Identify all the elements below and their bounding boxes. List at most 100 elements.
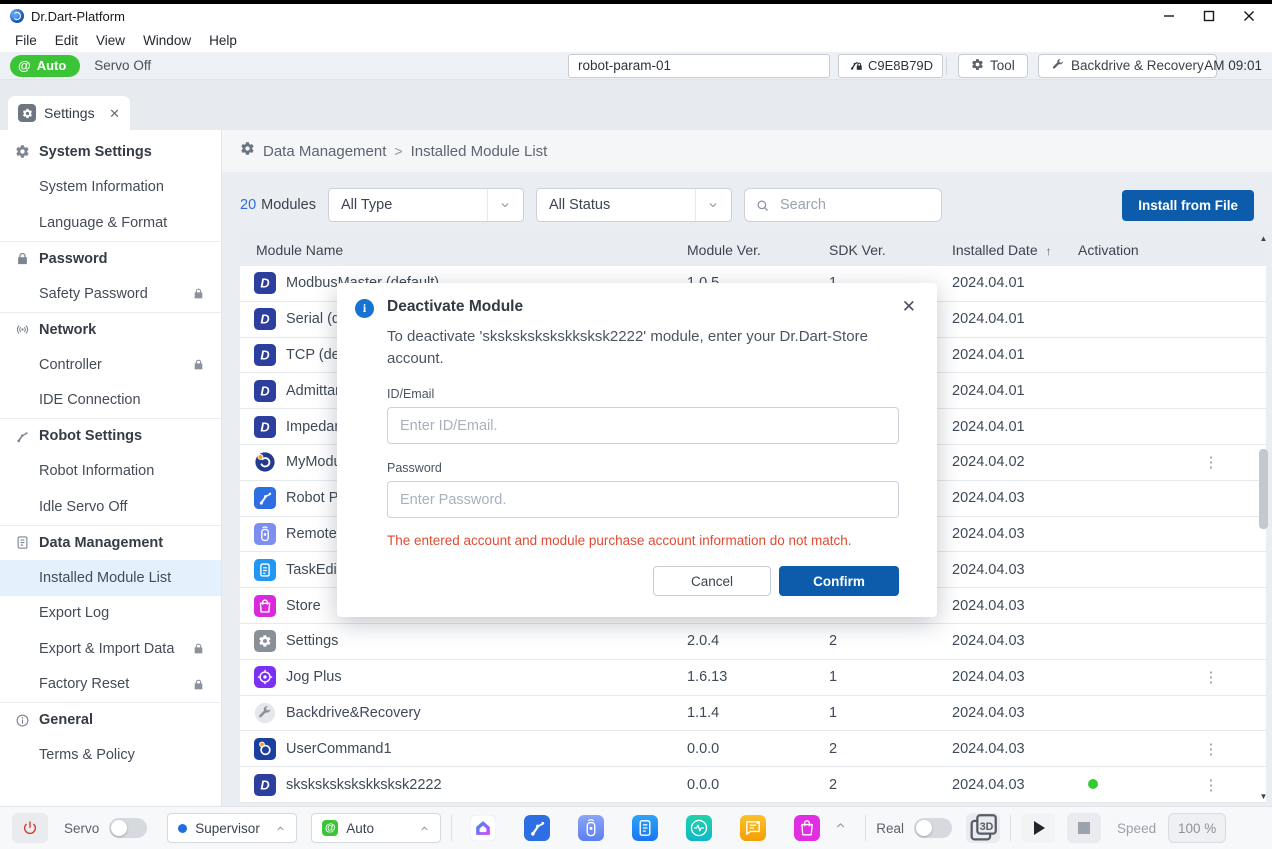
menu-file[interactable]: File [6, 33, 46, 48]
status-filter-select[interactable]: All Status [536, 188, 732, 222]
tab-close-icon[interactable]: ✕ [109, 107, 120, 120]
row-menu-icon[interactable]: ⋮ [1174, 776, 1248, 794]
table-row[interactable]: Jog Plus1.6.1312024.04.03⋮ [240, 660, 1266, 696]
app-remote-control-icon[interactable] [572, 809, 610, 847]
sidebar-item-controller[interactable]: Controller [0, 347, 221, 383]
table-row[interactable]: Dskskskskskskksksk22220.0.022024.04.03⋮ [240, 767, 1266, 803]
installed-date: 2024.04.03 [952, 490, 1078, 506]
password-field[interactable] [387, 481, 899, 518]
sidebar-item-idle-servo-off[interactable]: Idle Servo Off [0, 489, 221, 525]
menu-edit[interactable]: Edit [46, 33, 87, 48]
real-toggle[interactable] [914, 818, 952, 838]
app-dart-home-icon[interactable] [464, 809, 502, 847]
installed-date: 2024.04.01 [952, 383, 1078, 399]
sidebar-item-export-import-data[interactable]: Export & Import Data [0, 631, 221, 667]
tool-button[interactable]: Tool [958, 54, 1028, 78]
mode-select[interactable]: @ Auto [311, 813, 441, 843]
table-row[interactable]: UserCommand10.0.022024.04.03⋮ [240, 731, 1266, 767]
table-row[interactable]: Backdrive&Recovery1.1.412024.04.03 [240, 696, 1266, 732]
app-robot-arm-icon[interactable] [518, 809, 556, 847]
scrollbar-track[interactable] [1259, 244, 1268, 792]
search-box[interactable] [744, 188, 942, 222]
role-select[interactable]: Supervisor [167, 813, 297, 843]
3d-view-button[interactable]: 3D [966, 813, 1000, 843]
app-log-icon[interactable] [734, 809, 772, 847]
sidebar-item-system-settings[interactable]: System Settings [0, 134, 221, 170]
menu-view[interactable]: View [87, 33, 134, 48]
scroll-up-icon[interactable]: ▲ [1260, 234, 1268, 244]
tool-button-label: Tool [990, 58, 1015, 73]
robot-param-field[interactable] [568, 54, 830, 78]
confirm-button[interactable]: Confirm [779, 566, 899, 596]
sidebar-item-label: IDE Connection [39, 392, 141, 408]
app-store-icon[interactable] [788, 809, 826, 847]
sidebar-item-language-format[interactable]: Language & Format [0, 205, 221, 241]
device-id-button[interactable]: C9E8B79D [838, 54, 943, 78]
module-name: Impedan [286, 419, 342, 435]
scroll-down-icon[interactable]: ▼ [1260, 792, 1268, 802]
dock-collapse-icon[interactable] [834, 819, 847, 837]
col-installed-date[interactable]: Installed Date↑ [952, 242, 1078, 258]
sidebar-item-system-information[interactable]: System Information [0, 170, 221, 206]
dialog-close-icon[interactable]: ✕ [902, 298, 916, 315]
row-menu-icon[interactable]: ⋮ [1174, 668, 1248, 686]
sort-asc-icon[interactable]: ↑ [1046, 244, 1052, 258]
gear-icon [14, 143, 31, 160]
cancel-button[interactable]: Cancel [653, 566, 771, 596]
minimize-button[interactable] [1162, 9, 1176, 23]
table-header: Module Name Module Ver. SDK Ver. Install… [240, 234, 1266, 266]
installed-date: 2024.04.03 [952, 526, 1078, 542]
install-from-file-button[interactable]: Install from File [1122, 190, 1254, 221]
clock-text: AM 09:01 [1204, 58, 1262, 73]
toolbar-divider [946, 57, 947, 75]
play-button[interactable] [1021, 813, 1055, 843]
module-name: Settings [286, 633, 338, 649]
col-module-ver[interactable]: Module Ver. [687, 242, 829, 258]
mode-badge-icon: @ [18, 58, 31, 73]
row-menu-icon[interactable]: ⋮ [1174, 740, 1248, 758]
svg-text:D: D [260, 383, 269, 398]
sidebar-item-export-log[interactable]: Export Log [0, 596, 221, 632]
table-scrollbar[interactable]: ▲ ▼ [1257, 234, 1270, 802]
menu-window[interactable]: Window [134, 33, 200, 48]
search-icon [755, 198, 770, 213]
sidebar-item-installed-module-list[interactable]: Installed Module List [0, 560, 221, 596]
backdrive-recovery-button[interactable]: Backdrive & Recovery [1038, 54, 1217, 78]
sidebar-item-network[interactable]: Network [0, 312, 221, 348]
sidebar-item-data-management[interactable]: Data Management [0, 525, 221, 561]
scrollbar-thumb[interactable] [1259, 449, 1268, 529]
menu-help[interactable]: Help [200, 33, 246, 48]
role-value: Supervisor [195, 821, 260, 836]
sidebar-item-general[interactable]: General [0, 702, 221, 738]
taskeditor-tile-icon [254, 559, 276, 581]
servo-toggle[interactable] [109, 818, 147, 838]
sidebar-item-factory-reset[interactable]: Factory Reset [0, 667, 221, 703]
maximize-button[interactable] [1202, 9, 1216, 23]
sidebar-item-safety-password[interactable]: Safety Password [0, 276, 221, 312]
search-input[interactable] [778, 196, 918, 214]
col-activation[interactable]: Activation [1078, 242, 1174, 258]
table-row[interactable]: Settings2.0.422024.04.03 [240, 624, 1266, 660]
col-module-name[interactable]: Module Name [240, 242, 687, 258]
app-task-editor-icon[interactable] [626, 809, 664, 847]
lock-icon [192, 678, 205, 691]
breadcrumb-gear-icon [240, 141, 255, 161]
sidebar-item-terms-policy[interactable]: Terms & Policy [0, 738, 221, 774]
row-menu-icon[interactable]: ⋮ [1174, 453, 1248, 471]
power-button[interactable] [12, 813, 48, 843]
sidebar-item-robot-settings[interactable]: Robot Settings [0, 418, 221, 454]
tab-settings[interactable]: Settings ✕ [8, 96, 130, 130]
sidebar-item-robot-information[interactable]: Robot Information [0, 454, 221, 490]
speed-value-box[interactable]: 100 % [1168, 813, 1226, 843]
stop-button[interactable] [1067, 813, 1101, 843]
sidebar-item-ide-connection[interactable]: IDE Connection [0, 383, 221, 419]
tab-strip: Settings ✕ [0, 80, 1272, 130]
close-button[interactable] [1242, 9, 1256, 23]
id-email-field[interactable] [387, 407, 899, 444]
dart-d-icon: D [254, 380, 276, 402]
col-sdk-ver[interactable]: SDK Ver. [829, 242, 952, 258]
type-filter-select[interactable]: All Type [328, 188, 524, 222]
app-monitoring-icon[interactable] [680, 809, 718, 847]
sidebar-item-password[interactable]: Password [0, 241, 221, 277]
mode-badge[interactable]: @ Auto [10, 55, 80, 77]
